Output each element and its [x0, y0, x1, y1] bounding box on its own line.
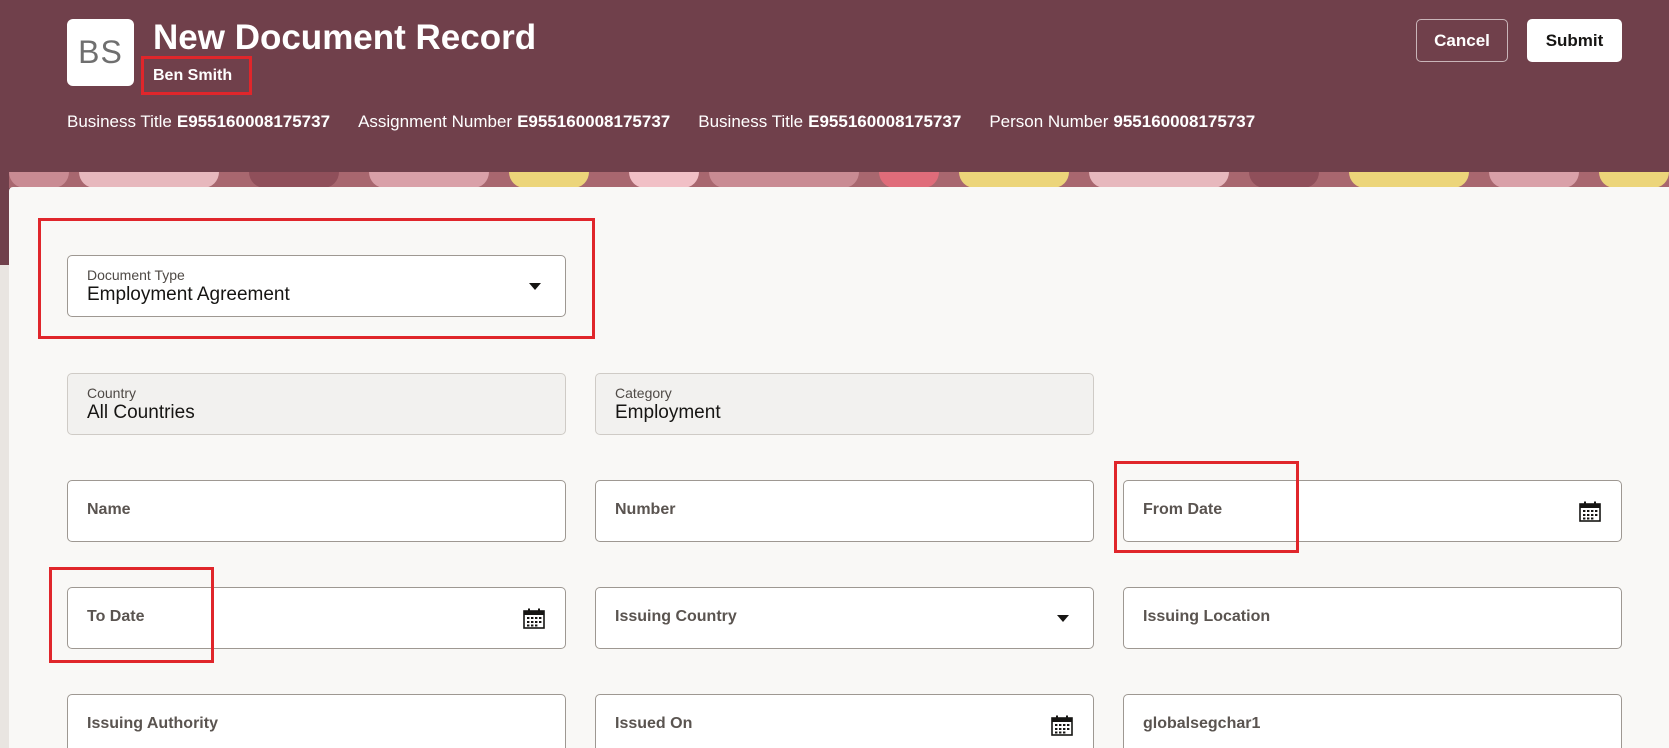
meta-value: 955160008175737: [1113, 112, 1256, 131]
avatar: BS: [67, 19, 134, 86]
issued-on-placeholder: Issued On: [615, 715, 693, 732]
meta-label: Assignment Number: [358, 112, 513, 131]
category-field: Category Employment: [595, 373, 1094, 435]
document-type-label: Document Type: [87, 267, 185, 283]
decorative-banner: [9, 172, 1669, 188]
issuing-authority-input[interactable]: Issuing Authority: [67, 694, 566, 748]
meta-value: E955160008175737: [808, 112, 962, 131]
globalsegchar1-input[interactable]: globalsegchar1: [1123, 694, 1622, 748]
from-date-input[interactable]: From Date: [1123, 480, 1622, 542]
assignment-details: Business Title E955160008175737 Assignmen…: [67, 112, 1255, 132]
submit-button[interactable]: Submit: [1527, 19, 1622, 62]
meta-assignment-number: Assignment Number E955160008175737: [358, 112, 670, 132]
calendar-icon[interactable]: [523, 608, 545, 629]
meta-value: E955160008175737: [176, 112, 331, 131]
page-margin: [0, 265, 9, 748]
page-title: New Document Record: [153, 18, 537, 57]
issuing-location-placeholder: Issuing Location: [1143, 608, 1271, 625]
document-type-select[interactable]: Document Type Employment Agreement: [67, 255, 566, 317]
meta-value: E955160008175737: [517, 112, 671, 131]
calendar-icon[interactable]: [1579, 501, 1601, 522]
issuing-location-input[interactable]: Issuing Location: [1123, 587, 1622, 649]
issuing-authority-placeholder: Issuing Authority: [87, 715, 218, 732]
meta-business-title: Business Title E955160008175737: [67, 112, 330, 132]
from-date-placeholder: From Date: [1143, 501, 1223, 518]
meta-business-title-2: Business Title E955160008175737: [698, 112, 961, 132]
name-placeholder: Name: [87, 501, 131, 518]
document-type-value: Employment Agreement: [87, 284, 290, 305]
meta-person-number: Person Number 955160008175737: [989, 112, 1255, 132]
country-label: Country: [87, 385, 137, 401]
globalsegchar1-placeholder: globalsegchar1: [1143, 715, 1261, 732]
meta-label: Person Number: [989, 112, 1109, 131]
cancel-button[interactable]: Cancel: [1416, 19, 1508, 62]
issuing-country-select[interactable]: Issuing Country: [595, 587, 1094, 649]
to-date-input[interactable]: To Date: [67, 587, 566, 649]
category-value: Employment: [615, 402, 721, 423]
person-name: Ben Smith: [153, 67, 233, 84]
issuing-country-placeholder: Issuing Country: [615, 608, 737, 625]
category-label: Category: [615, 385, 672, 401]
chevron-down-icon: [529, 283, 541, 290]
issued-on-input[interactable]: Issued On: [595, 694, 1094, 748]
to-date-placeholder: To Date: [87, 608, 145, 625]
chevron-down-icon: [1057, 615, 1069, 622]
meta-label: Business Title: [67, 112, 172, 131]
number-placeholder: Number: [615, 501, 676, 518]
name-input[interactable]: Name: [67, 480, 566, 542]
meta-label: Business Title: [698, 112, 804, 131]
country-value: All Countries: [87, 402, 195, 423]
country-field: Country All Countries: [67, 373, 566, 435]
number-input[interactable]: Number: [595, 480, 1094, 542]
calendar-icon[interactable]: [1051, 715, 1073, 736]
